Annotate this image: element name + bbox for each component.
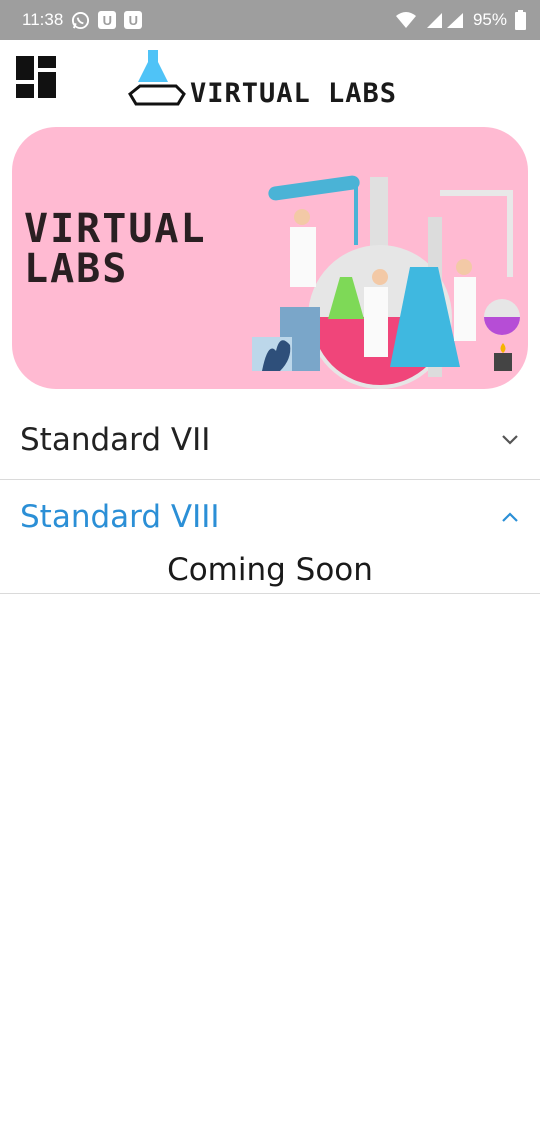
lab-illustration <box>252 175 520 389</box>
whatsapp-icon <box>71 11 90 30</box>
notification-badge: U <box>124 11 143 29</box>
battery-percent: 95% <box>472 10 507 29</box>
flask-logo-icon <box>128 50 186 106</box>
logo-text: VIRTUAL LABS <box>190 78 398 109</box>
banner-title: VIRTUAL LABS <box>24 206 207 292</box>
app-header: VIRTUAL LABS <box>0 40 540 116</box>
battery-icon <box>515 10 526 30</box>
hero-banner: VIRTUAL LABS <box>12 127 528 389</box>
notification-badge: U <box>98 11 117 29</box>
app-logo: VIRTUAL LABS <box>128 48 428 110</box>
accordion-standard-viii[interactable]: Standard VIII <box>0 482 540 552</box>
divider <box>0 593 540 594</box>
chevron-up-icon <box>500 507 520 527</box>
accordion-label: Standard VIII <box>20 499 220 535</box>
divider <box>0 479 540 480</box>
status-bar: 11:38 U U 95% <box>0 0 540 40</box>
signal-icon <box>425 11 465 29</box>
status-time: 11:38 <box>22 10 64 29</box>
accordion-label: Standard VII <box>20 422 211 458</box>
chevron-down-icon <box>500 430 520 450</box>
accordion-content-text: Coming Soon <box>167 552 373 588</box>
dashboard-grid-icon[interactable] <box>16 56 58 98</box>
wifi-icon <box>395 11 417 29</box>
accordion-standard-vii[interactable]: Standard VII <box>0 400 540 480</box>
